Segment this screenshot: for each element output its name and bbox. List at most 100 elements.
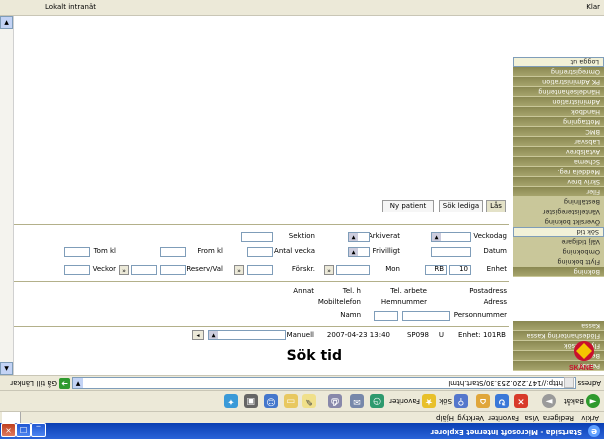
telarbete-label: Tel. arbete	[390, 287, 427, 295]
veckor-input[interactable]	[64, 265, 90, 275]
sidebar-item-logga-ut[interactable]: Logga ut	[513, 57, 604, 67]
scroll-down-icon[interactable]: ▼	[0, 16, 13, 29]
namn-label: Namn	[340, 311, 361, 319]
namn-input[interactable]	[374, 311, 398, 321]
sidebar-item-handbok[interactable]: Handbok	[513, 107, 604, 117]
sidebar-item-avtalsbrev[interactable]: Avtalsbrev	[513, 147, 604, 157]
chevron-down-icon: ▼	[349, 233, 358, 241]
scroll-up-icon[interactable]: ▲	[0, 362, 13, 375]
links-button[interactable]: Länkar	[10, 379, 34, 387]
sidebar-item-handelsehantering[interactable]: Händelsehantering	[513, 87, 604, 97]
info-c: SP098	[406, 331, 429, 339]
edit-button[interactable]: ✎	[300, 394, 316, 409]
sidebar-item-omregistrering[interactable]: Omregistrering	[513, 67, 604, 77]
reserv-input[interactable]	[160, 265, 186, 275]
mon-button[interactable]: «	[324, 265, 334, 275]
forward-button[interactable]: ►	[540, 394, 556, 409]
expand-button[interactable]: ▸	[192, 330, 204, 340]
sidebar-item-pk-admin[interactable]: PK Administration	[513, 77, 604, 87]
sidebar-item-bmc[interactable]: BMC	[513, 127, 604, 137]
from-input[interactable]	[160, 247, 186, 257]
menu-favorites[interactable]: Favoriter	[488, 414, 519, 422]
sidebar-item-administration[interactable]: Administration	[513, 97, 604, 107]
home-button[interactable]: ⌂	[474, 394, 490, 409]
reserv-label: Reserv/Val	[186, 265, 223, 273]
maximize-button[interactable]: □	[16, 423, 31, 437]
history-button[interactable]: ◷	[368, 394, 384, 409]
go-button[interactable]: ➔ Gå till	[36, 378, 70, 389]
menu-file[interactable]: Arkiv	[581, 414, 599, 422]
favorites-button[interactable]: ★ Favoriter	[389, 394, 436, 409]
menu-edit[interactable]: Redigera	[543, 414, 574, 422]
page-title: Sök tid	[286, 348, 342, 364]
address-url: http://147.220.253.30/Start.html	[448, 379, 563, 387]
skane-logo-icon: SKÅNE	[569, 341, 594, 372]
mail-icon: ✉	[350, 394, 364, 409]
sidebar-item-vantelista[interactable]: Väntelisteregister	[513, 207, 604, 217]
sidebar-item-schema[interactable]: Schema	[513, 157, 604, 167]
folder-button[interactable]: ▭	[282, 394, 298, 409]
toolbar: ◄ Bakåt ► × ↻ ⌂ ⚲ Sök ★ Favoriter ◷ ✉ ⎙ …	[0, 390, 604, 411]
address-label: Adress	[577, 379, 601, 387]
close-button[interactable]: ×	[1, 423, 16, 437]
research-button[interactable]: ✦	[222, 394, 238, 409]
personnummer-input[interactable]	[402, 311, 450, 321]
discuss-button[interactable]: ▣	[242, 394, 258, 409]
title-bar: e Startsida - Microsoft Internet Explore…	[0, 423, 604, 439]
reserv-button[interactable]: «	[119, 265, 129, 275]
refresh-button[interactable]: ↻	[493, 394, 509, 409]
stop-button[interactable]: ×	[512, 394, 528, 409]
sidebar-item-labsvar[interactable]: Labsvar	[513, 137, 604, 147]
sidebar-item-flytt-bokning[interactable]: Flytt bokning	[513, 257, 604, 267]
antal-input[interactable]	[247, 247, 273, 257]
star-icon: ★	[422, 394, 436, 409]
enhet-code-input[interactable]: RB	[425, 265, 447, 275]
sidebar-item-sok-tid[interactable]: Sök tid	[513, 227, 604, 237]
datum-input[interactable]	[431, 247, 471, 257]
sidebar-item-mottagning[interactable]: Mottagning	[513, 117, 604, 127]
timestamp: 2007-04-23 13:40	[326, 331, 390, 339]
forward-arrow-icon: ►	[542, 394, 556, 409]
menu-view[interactable]: Visa	[524, 414, 539, 422]
print-button[interactable]: ⎙	[326, 394, 342, 409]
tab-ny-patient[interactable]: Ny patient	[382, 200, 434, 212]
menu-help[interactable]: Hjälp	[436, 414, 454, 422]
search-button[interactable]: ⚲ Sök	[439, 394, 468, 409]
address-input[interactable]: http://147.220.253.30/Start.html ▼	[72, 377, 576, 389]
sidebar-item-bokning[interactable]: Bokning	[513, 267, 604, 277]
vertical-scrollbar[interactable]: ▲ ▼	[0, 16, 14, 375]
tel-label: Tel. h	[342, 287, 361, 295]
home-icon: ⌂	[476, 394, 490, 409]
sidebar-item-oversikt[interactable]: Översikt bokning	[513, 217, 604, 227]
sidebar-item-kassa[interactable]: Kassa	[513, 321, 604, 331]
messenger-button[interactable]: ☺	[262, 394, 278, 409]
print-icon: ⎙	[328, 394, 342, 409]
reserv-input-2[interactable]	[131, 265, 157, 275]
forskr-button[interactable]: «	[234, 265, 244, 275]
tab-las[interactable]: Lås	[486, 200, 506, 212]
forskr-label: Förskr.	[291, 265, 315, 273]
sidebar-item-ombokning[interactable]: Ombokning	[513, 247, 604, 257]
menu-tools[interactable]: Verktyg	[457, 414, 484, 422]
enhet-input[interactable]: 10	[449, 265, 471, 275]
veckodag-select[interactable]: ▼	[431, 232, 471, 242]
arkiverat-select[interactable]: ▼	[348, 232, 370, 242]
sidebar-item-meddela[interactable]: Meddela reg.	[513, 167, 604, 177]
sektion-input[interactable]	[241, 232, 273, 242]
back-button[interactable]: ◄ Bakåt	[564, 394, 600, 409]
sidebar-item-filer[interactable]: Filer	[513, 187, 604, 197]
forskr-input[interactable]	[247, 265, 273, 275]
ie-icon: e	[588, 425, 600, 437]
frivilligt-select[interactable]: ▼	[348, 247, 370, 257]
sidebar-item-valj-tidigare[interactable]: Välj tidigare	[513, 237, 604, 247]
sidebar-item-bestallning[interactable]: Beställning	[513, 197, 604, 207]
sidebar-item-skriv-brev[interactable]: Skriv brev	[513, 177, 604, 187]
mon-input[interactable]	[336, 265, 370, 275]
edit-icon: ✎	[302, 394, 316, 409]
address-dropdown-icon[interactable]: ▼	[73, 378, 83, 388]
tom-input[interactable]	[64, 247, 90, 257]
mode-select[interactable]: ▼	[208, 330, 286, 340]
mail-button[interactable]: ✉	[348, 394, 364, 409]
minimize-button[interactable]: _	[31, 423, 46, 437]
tab-sok-lediga[interactable]: Sök lediga	[439, 200, 483, 212]
